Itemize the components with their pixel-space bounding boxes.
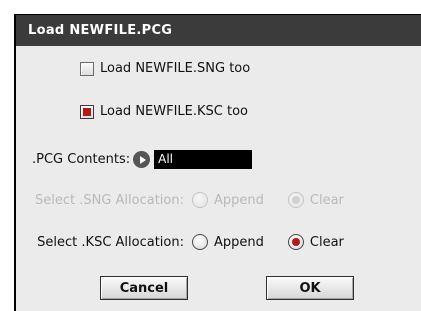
dialog-title: Load NEWFILE.PCG	[16, 15, 421, 46]
ksc-append-radio[interactable]	[192, 234, 208, 250]
load-ksc-option[interactable]: Load NEWFILE.KSC too	[80, 104, 248, 119]
ksc-clear-radio[interactable]	[287, 234, 304, 250]
ksc-append-label: Append	[214, 234, 264, 250]
cancel-button[interactable]: Cancel	[100, 276, 188, 300]
load-ksc-label: Load NEWFILE.KSC too	[100, 104, 249, 119]
load-sng-label: Load NEWFILE.SNG too	[100, 61, 251, 76]
load-pcg-dialog: Load NEWFILE.PCG Load NEWFILE.SNG too Lo…	[14, 14, 421, 311]
load-sng-checkbox[interactable]	[80, 61, 94, 76]
sng-allocation-label: Select .SNG Allocation:	[34, 192, 184, 208]
sng-append-radio[interactable]	[192, 192, 208, 208]
pcg-contents-label: .PCG Contents:	[32, 152, 131, 167]
sng-allocation-row: Select .SNG Allocation: Append Clear	[16, 192, 344, 208]
load-sng-option[interactable]: Load NEWFILE.SNG too	[80, 61, 250, 76]
ok-button[interactable]: OK	[266, 276, 354, 300]
ksc-allocation-label: Select .KSC Allocation:	[37, 234, 184, 250]
popup-arrow-icon[interactable]	[133, 151, 151, 168]
sng-clear-radio[interactable]	[287, 192, 304, 208]
pcg-contents-row: .PCG Contents: All	[32, 150, 253, 169]
ksc-clear-label: Clear	[309, 234, 344, 250]
ksc-allocation-row: Select .KSC Allocation: Append Clear	[16, 234, 344, 250]
sng-clear-label: Clear	[309, 192, 344, 208]
sng-append-label: Append	[214, 192, 264, 208]
pcg-contents-value[interactable]: All	[154, 150, 253, 169]
load-ksc-checkbox[interactable]	[80, 104, 94, 119]
